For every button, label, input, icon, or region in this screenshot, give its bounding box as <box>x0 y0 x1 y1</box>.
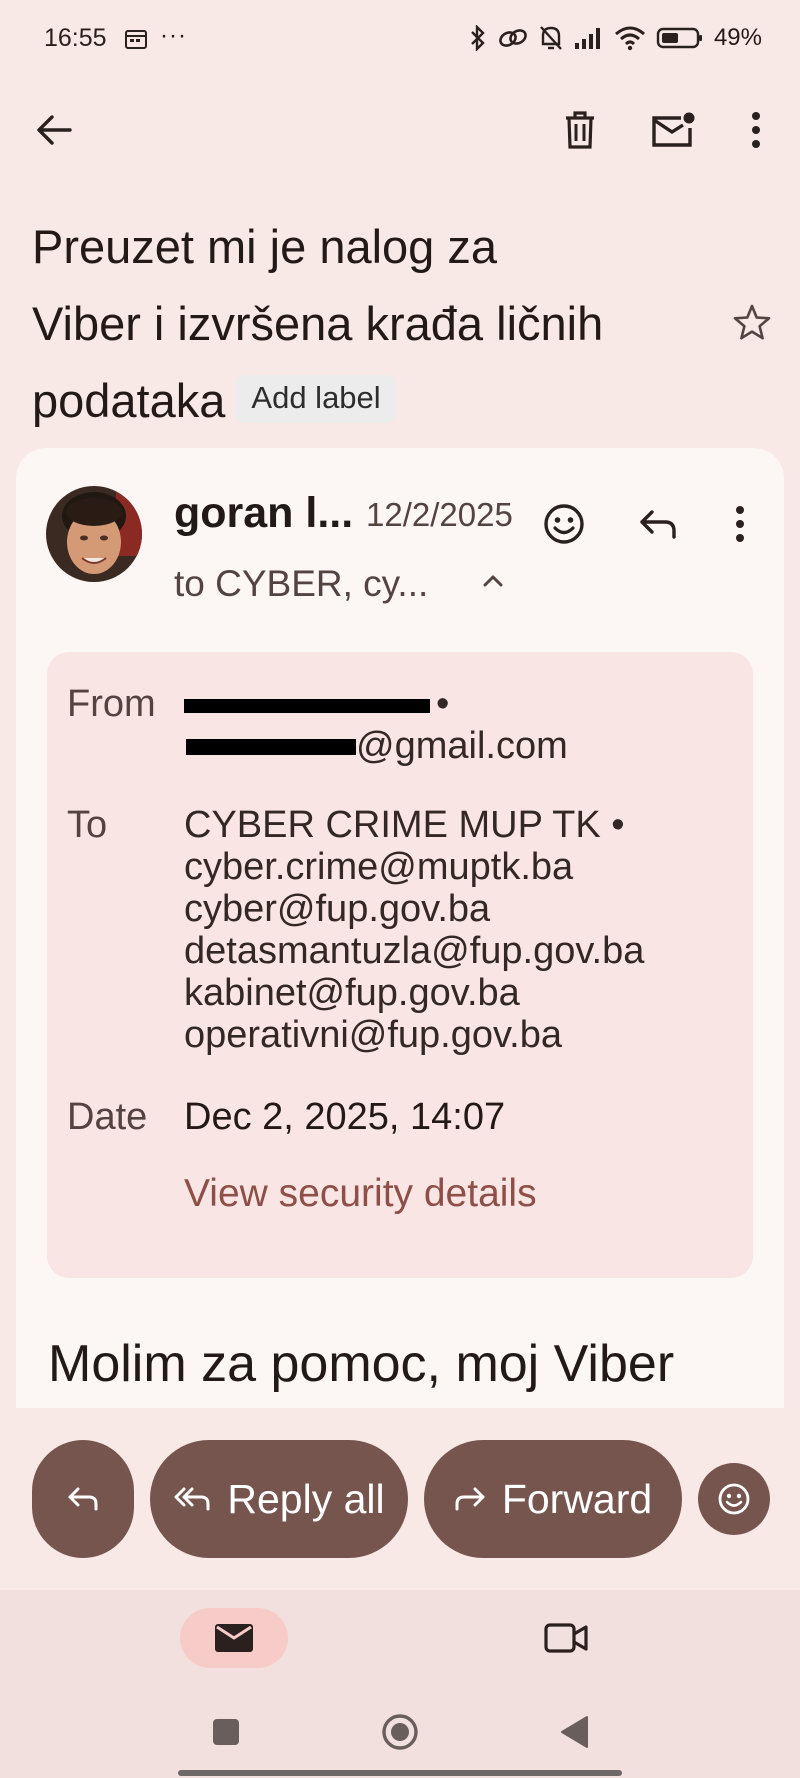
recipient-item[interactable]: operativni@fup.gov.ba <box>184 1014 644 1056</box>
redaction-bar <box>186 739 356 755</box>
recipient-item[interactable]: cyber.crime@muptk.ba <box>184 846 644 888</box>
back-button[interactable] <box>30 106 78 154</box>
from-name-redacted <box>184 683 434 723</box>
message-date: 12/2/2025 <box>366 496 513 533</box>
to-recipients: CYBER CRIME MUP TK • cyber.crime@muptk.b… <box>184 804 644 1056</box>
arrow-back-icon <box>37 115 72 145</box>
mail-unread-icon <box>652 112 695 147</box>
from-name-separator: • <box>436 683 450 725</box>
reply-action-button[interactable] <box>32 1440 134 1558</box>
gesture-bar <box>178 1770 622 1776</box>
from-email-redacted <box>184 725 356 765</box>
reply-icon <box>640 510 676 539</box>
status-icons: 49% <box>468 24 762 52</box>
home-button[interactable] <box>380 1712 420 1752</box>
link-icon <box>499 29 527 47</box>
sender-photo <box>46 486 142 582</box>
calendar-icon <box>125 30 147 49</box>
chevron-up-icon <box>483 575 503 587</box>
date-value: Dec 2, 2025, 14:07 <box>184 1096 506 1138</box>
more-options-button[interactable] <box>738 106 774 154</box>
recents-button[interactable] <box>210 1716 242 1748</box>
star-button[interactable] <box>728 298 776 346</box>
square-icon <box>213 1719 239 1745</box>
reply-icon <box>68 1487 98 1511</box>
trash-icon <box>566 111 594 149</box>
triangle-back-icon <box>561 1716 588 1748</box>
emoji-react-action-button[interactable] <box>698 1463 770 1535</box>
signal-icon <box>574 28 600 49</box>
recipient-item[interactable]: cyber@fup.gov.ba <box>184 888 644 930</box>
mark-unread-button[interactable] <box>650 106 696 154</box>
recipients-summary[interactable]: to CYBER, cy... <box>174 563 428 605</box>
collapse-details-button[interactable] <box>478 566 508 596</box>
recipient-item[interactable]: detasmantuzla@fup.gov.ba <box>184 930 644 972</box>
subject-line-3: podataka Add label <box>32 362 692 439</box>
nav-mail-tab[interactable] <box>180 1608 288 1668</box>
star-icon <box>733 304 771 340</box>
message-body: Molim za pomoc, moj Viber <box>48 1335 675 1393</box>
forward-button[interactable]: Forward <box>424 1440 682 1558</box>
emoji-icon <box>544 504 584 544</box>
more-notifications-icon: ··· <box>160 22 187 49</box>
home-circle-icon <box>382 1714 418 1750</box>
sender-name[interactable]: goran l... <box>174 489 353 538</box>
to-label: To <box>67 804 108 846</box>
delete-button[interactable] <box>558 106 602 154</box>
system-back-button[interactable] <box>556 1712 592 1752</box>
react-emoji-button[interactable] <box>540 500 588 548</box>
battery-icon <box>656 27 702 49</box>
emoji-icon <box>718 1483 750 1515</box>
wifi-icon <box>614 26 645 51</box>
email-subject: Preuzet mi je nalog za Viber i izvršena … <box>32 208 692 439</box>
forward-icon <box>455 1487 485 1511</box>
recipient-item[interactable]: kabinet@fup.gov.ba <box>184 972 644 1014</box>
reply-all-icon <box>174 1487 210 1511</box>
more-vert-icon <box>736 506 744 542</box>
battery-percent: 49% <box>713 24 762 51</box>
message-more-button[interactable] <box>728 500 752 548</box>
date-label: Date <box>67 1096 148 1138</box>
from-email-domain: @gmail.com <box>356 725 568 767</box>
bell-off-icon <box>540 26 562 50</box>
more-vert-icon <box>752 112 760 148</box>
status-time: 16:55 <box>44 24 107 52</box>
recipient-item[interactable]: CYBER CRIME MUP TK • <box>184 804 644 846</box>
nav-meet-tab[interactable] <box>540 1614 592 1662</box>
redaction-bar <box>184 699 430 713</box>
reply-all-label: Reply all <box>227 1475 385 1522</box>
video-camera-icon <box>544 1623 588 1653</box>
from-label: From <box>67 683 156 725</box>
view-security-details-link[interactable]: View security details <box>184 1172 537 1216</box>
bluetooth-icon <box>471 25 485 51</box>
mail-icon <box>215 1624 253 1652</box>
forward-label: Forward <box>501 1475 653 1522</box>
subject-line-3-text: podataka <box>32 374 226 427</box>
reply-all-button[interactable]: Reply all <box>150 1440 408 1558</box>
subject-line-2: Viber i izvršena krađa ličnih <box>32 297 604 350</box>
subject-line-1: Preuzet mi je nalog za <box>32 220 498 273</box>
add-label-chip[interactable]: Add label <box>235 374 397 423</box>
from-email[interactable]: @gmail.com <box>184 725 614 767</box>
avatar[interactable] <box>46 486 142 582</box>
reply-button[interactable] <box>634 500 682 548</box>
